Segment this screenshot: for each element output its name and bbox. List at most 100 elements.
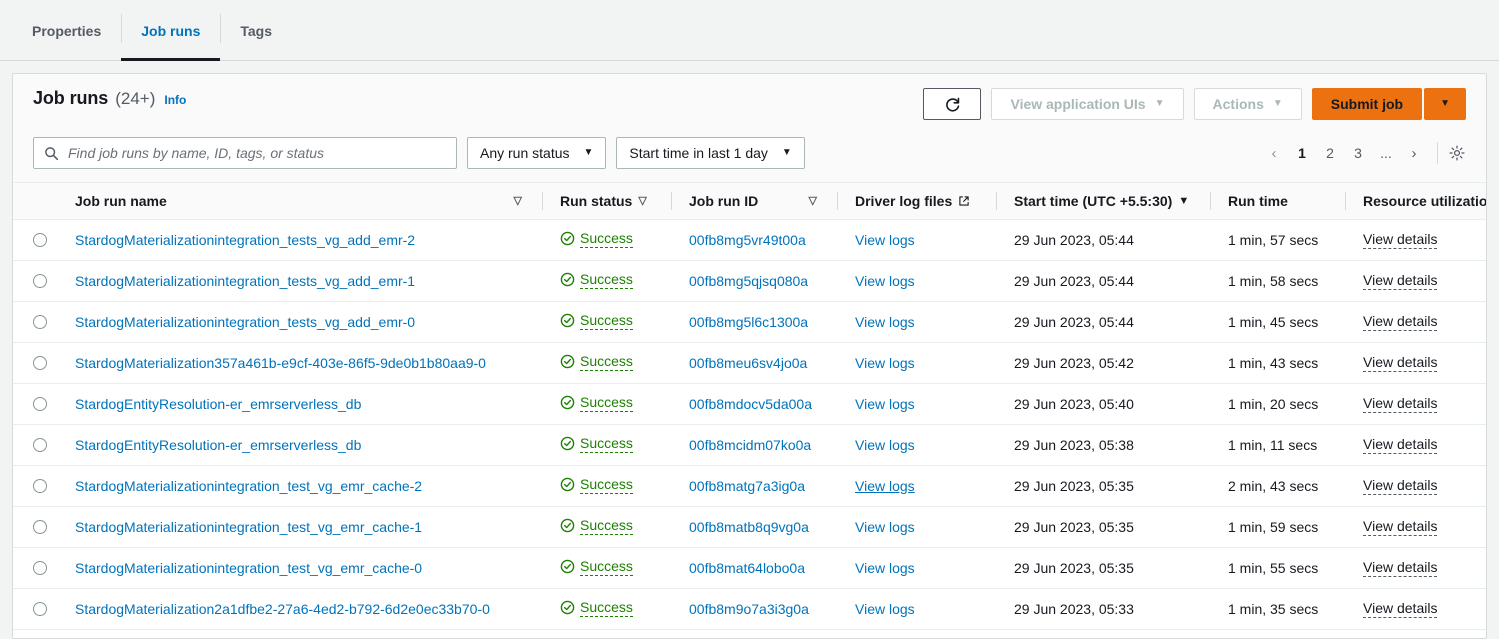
row-radio-button[interactable] (33, 479, 47, 493)
view-details-link[interactable]: View details (1363, 231, 1437, 249)
view-details-link[interactable]: View details (1363, 559, 1437, 577)
actions-button[interactable]: Actions ▼ (1194, 88, 1302, 120)
table-row[interactable]: StardogMaterializationintegration_tests_… (13, 260, 1487, 301)
view-details-link[interactable]: View details (1363, 436, 1437, 454)
start-time-filter[interactable]: Start time in last 1 day ▼ (616, 137, 804, 169)
job-run-id-link[interactable]: 00fb8mg5qjsq080a (689, 273, 808, 289)
view-details-link[interactable]: View details (1363, 313, 1437, 331)
divider (1437, 142, 1438, 164)
job-run-id-link[interactable]: 00fb8matb8q9vg0a (689, 519, 809, 535)
submit-job-dropdown-button[interactable]: ▼ (1424, 88, 1466, 120)
view-details-link[interactable]: View details (1363, 354, 1437, 372)
job-run-name-link[interactable]: StardogEntityResolution-er_emrserverless… (75, 437, 361, 453)
driver-log-files-cell: View logs (837, 301, 996, 342)
job-run-name-cell: StardogMaterializationintegration_test_v… (75, 506, 542, 547)
job-run-name-link[interactable]: StardogMaterialization2a1dfbe2-27a6-4ed2… (75, 601, 490, 617)
table-row[interactable]: StardogMaterializationintegration_tests_… (13, 301, 1487, 342)
resource-utilization-cell: View details (1345, 342, 1487, 383)
job-run-name-link[interactable]: StardogMaterializationintegration_tests_… (75, 232, 415, 248)
table-row[interactable]: StardogEntityResolution-er_emrserverless… (13, 424, 1487, 465)
job-run-id-link[interactable]: 00fb8matg7a3ig0a (689, 478, 805, 494)
view-logs-link[interactable]: View logs (855, 273, 915, 289)
column-header-start-time[interactable]: Start time (UTC +5.5:30) ▼ (996, 183, 1210, 219)
pagination-page-1[interactable]: 1 (1289, 139, 1315, 167)
tab-properties[interactable]: Properties (12, 0, 121, 61)
column-header-start-time-label: Start time (UTC +5.5:30) (1014, 193, 1172, 209)
pagination-page-3[interactable]: 3 (1345, 139, 1371, 167)
view-logs-link[interactable]: View logs (855, 232, 915, 248)
job-run-name-link[interactable]: StardogMaterializationintegration_tests_… (75, 273, 415, 289)
row-radio-button[interactable] (33, 561, 47, 575)
row-radio-button[interactable] (33, 397, 47, 411)
row-radio-button[interactable] (33, 315, 47, 329)
view-logs-link[interactable]: View logs (855, 601, 915, 617)
status-label: Success (580, 476, 633, 494)
job-run-name-link[interactable]: StardogEntityResolution-er_emrserverless… (75, 396, 361, 412)
row-radio-button[interactable] (33, 233, 47, 247)
column-header-run-status[interactable]: Run status ▽ (542, 183, 671, 219)
view-logs-link[interactable]: View logs (855, 437, 915, 453)
row-radio-button[interactable] (33, 356, 47, 370)
view-details-link[interactable]: View details (1363, 600, 1437, 618)
job-run-id-link[interactable]: 00fb8mg5vr49t00a (689, 232, 806, 248)
table-row[interactable]: StardogMaterialization2a1dfbe2-27a6-4ed2… (13, 588, 1487, 629)
table-row[interactable]: StardogMaterializationintegration_test_v… (13, 465, 1487, 506)
job-run-id-link[interactable]: 00fb8mdocv5da00a (689, 396, 812, 412)
view-details-link[interactable]: View details (1363, 272, 1437, 290)
job-run-name-link[interactable]: StardogMaterializationintegration_test_v… (75, 560, 422, 576)
job-run-name-link[interactable]: StardogMaterializationintegration_tests_… (75, 314, 415, 330)
row-radio-button[interactable] (33, 520, 47, 534)
job-run-id-link[interactable]: 00fb8meu6sv4jo0a (689, 355, 807, 371)
column-header-job-run-id[interactable]: Job run ID ▽ (671, 183, 837, 219)
pagination-page-2[interactable]: 2 (1317, 139, 1343, 167)
view-logs-link[interactable]: View logs (855, 355, 915, 371)
search-box[interactable] (33, 137, 457, 169)
row-radio-button[interactable] (33, 602, 47, 616)
job-run-id-link[interactable]: 00fb8mcidm07ko0a (689, 437, 811, 453)
table-row[interactable]: StardogMaterializationintegration_test_v… (13, 547, 1487, 588)
submit-job-button[interactable]: Submit job (1312, 88, 1422, 120)
job-runs-table: Job run name ▽ Run status ▽ Job run ID ▽ (13, 183, 1487, 630)
job-run-id-cell: 00fb8m9o7a3i3g0a (671, 588, 837, 629)
table-row[interactable]: StardogMaterializationintegration_test_v… (13, 506, 1487, 547)
view-logs-link[interactable]: View logs (855, 519, 915, 535)
job-run-name-link[interactable]: StardogMaterializationintegration_test_v… (75, 478, 422, 494)
view-logs-link[interactable]: View logs (855, 560, 915, 576)
job-run-id-link[interactable]: 00fb8m9o7a3i3g0a (689, 601, 809, 617)
table-row[interactable]: StardogEntityResolution-er_emrserverless… (13, 383, 1487, 424)
table-row[interactable]: StardogMaterialization357a461b-e9cf-403e… (13, 342, 1487, 383)
row-radio-button[interactable] (33, 274, 47, 288)
view-details-link[interactable]: View details (1363, 518, 1437, 536)
info-link[interactable]: Info (164, 93, 186, 107)
job-run-name-link[interactable]: StardogMaterializationintegration_test_v… (75, 519, 422, 535)
tab-job-runs[interactable]: Job runs (121, 0, 220, 61)
view-logs-link[interactable]: View logs (855, 396, 915, 412)
view-application-uis-button[interactable]: View application UIs ▼ (991, 88, 1183, 120)
table-row[interactable]: StardogMaterializationintegration_tests_… (13, 219, 1487, 260)
pagination-prev[interactable]: ‹ (1261, 139, 1287, 167)
view-details-link[interactable]: View details (1363, 477, 1437, 495)
tab-job-runs-label: Job runs (141, 23, 200, 39)
view-logs-link[interactable]: View logs (855, 314, 915, 330)
job-run-name-link[interactable]: StardogMaterialization357a461b-e9cf-403e… (75, 355, 486, 371)
driver-log-files-cell: View logs (837, 260, 996, 301)
resource-utilization-cell: View details (1345, 465, 1487, 506)
tab-bar: Properties Job runs Tags (0, 0, 1499, 61)
start-time-cell: 29 Jun 2023, 05:35 (996, 465, 1210, 506)
search-input[interactable] (68, 145, 446, 161)
tab-tags[interactable]: Tags (220, 0, 292, 61)
pagination-next[interactable]: › (1401, 139, 1427, 167)
column-header-job-run-name[interactable]: Job run name ▽ (75, 183, 542, 219)
job-run-id-link[interactable]: 00fb8mat64lobo0a (689, 560, 805, 576)
run-status-cell: Success (542, 424, 671, 465)
refresh-button[interactable] (923, 88, 981, 120)
view-logs-link[interactable]: View logs (855, 478, 915, 494)
run-status-cell: Success (542, 465, 671, 506)
run-status-filter[interactable]: Any run status ▼ (467, 137, 606, 169)
row-radio-button[interactable] (33, 438, 47, 452)
view-details-link[interactable]: View details (1363, 395, 1437, 413)
success-check-icon (560, 231, 575, 246)
start-time-cell: 29 Jun 2023, 05:44 (996, 301, 1210, 342)
gear-icon[interactable] (1448, 144, 1466, 162)
job-run-id-link[interactable]: 00fb8mg5l6c1300a (689, 314, 808, 330)
